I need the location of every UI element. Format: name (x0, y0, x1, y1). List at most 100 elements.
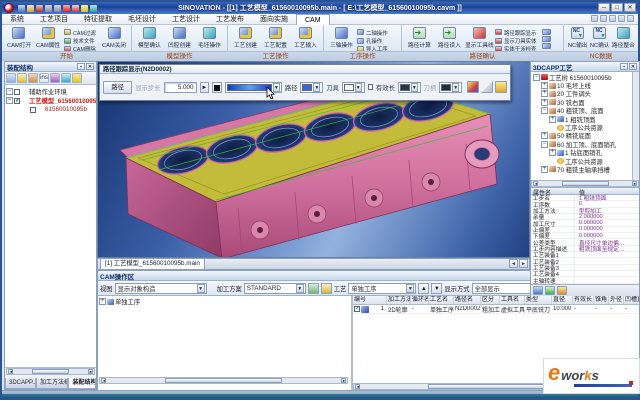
filter-icon[interactable] (17, 73, 27, 83)
column-header[interactable]: 工具名 (500, 296, 525, 304)
column-header[interactable]: 直径 (552, 296, 573, 304)
add-plan-icon[interactable] (308, 283, 319, 294)
cam-open-button[interactable]: CAM打开 (4, 26, 34, 52)
help-icon[interactable] (591, 15, 598, 22)
process-dropdown[interactable]: 单独工序▼ (348, 283, 416, 294)
menu-item[interactable]: 工艺发布 (208, 14, 252, 25)
tree-toggle-icon[interactable]: + (541, 99, 548, 106)
tree-toggle-icon[interactable]: − (6, 97, 13, 104)
tree-checkbox[interactable] (14, 89, 20, 95)
tree-toggle-icon[interactable]: + (541, 166, 548, 173)
chevron-down-icon[interactable]: ▼ (355, 83, 362, 92)
show-toolline-button[interactable]: 显示工具线 (464, 26, 494, 52)
props-value-header[interactable]: 值 (577, 188, 585, 194)
tree-toggle-icon[interactable]: − (533, 74, 540, 81)
column-header[interactable]: 锥角 (594, 296, 609, 304)
path-calc-button[interactable]: 路径计算 (404, 26, 434, 52)
save-tree-icon[interactable] (6, 73, 16, 83)
tab-assembly-structure[interactable]: 装配结构 (68, 378, 96, 389)
pin-panel-icon[interactable]: ▪ (620, 63, 628, 70)
tree-checkbox[interactable] (30, 107, 36, 113)
cam-list-hscrollbar[interactable]: ◄► (99, 377, 348, 384)
viewport-tab[interactable]: [1] 工艺模型_61560010095b.main (100, 258, 205, 269)
path-trace-display-button[interactable]: 路径跟踪显示 (495, 28, 540, 36)
process-tree-vscrollbar[interactable] (632, 72, 639, 180)
edit-plan-icon[interactable] (321, 283, 332, 294)
column-header[interactable]: 区分 (481, 296, 500, 304)
path-button[interactable]: 路径 (103, 81, 132, 94)
menu-item[interactable]: 工艺项目 (32, 14, 76, 25)
column-header[interactable]: 加工方法 (387, 296, 411, 304)
path-merge-button[interactable]: 路径整合 (611, 26, 636, 52)
path-color-dropdown[interactable]: ▼ (300, 82, 323, 93)
new-doc-icon[interactable] (18, 5, 25, 12)
tree-toggle-icon[interactable]: + (549, 116, 556, 123)
tree-toggle-icon[interactable]: − (541, 141, 548, 148)
column-header[interactable]: 凹槽直径 (624, 296, 639, 304)
pocket-create-button[interactable]: 凹腔创建 (164, 26, 194, 52)
chevron-down-icon[interactable]: ▼ (313, 83, 320, 92)
tree-toggle-icon[interactable]: + (549, 149, 556, 156)
tab-scroll-left-icon[interactable]: ◄ (509, 259, 518, 268)
chevron-down-icon[interactable]: ▼ (406, 284, 414, 293)
close-button[interactable]: ✕ (624, 3, 636, 12)
tree-item[interactable]: − 工艺模型_61560010095b (5, 96, 96, 105)
model-confirm-button[interactable]: 模型确认 (134, 26, 164, 52)
holder-color-dropdown[interactable]: ▼ (439, 82, 462, 93)
process-input-button[interactable]: 工艺输入 (290, 26, 320, 52)
minimize-ribbon-icon[interactable] (618, 15, 625, 22)
highlight-icon[interactable] (81, 5, 88, 12)
process-list-root[interactable]: + 单独工序 (98, 297, 351, 306)
raise-dialog-icon[interactable] (495, 81, 507, 93)
menu-item[interactable]: 系统 (2, 14, 32, 25)
column-header[interactable]: 外径 (609, 296, 624, 304)
pin-panel-icon[interactable]: ▪ (77, 63, 85, 70)
grid-view-icon[interactable] (533, 286, 543, 295)
tree-item[interactable]: 61560010095b (5, 105, 96, 114)
process-config-button[interactable]: 工艺配置 (260, 26, 290, 52)
table-row[interactable]: 12D轮廓-单独工序N2D0002粗加工虚拟工具平底铣刀10.000------… (353, 305, 639, 314)
tree-toggle-icon[interactable]: + (541, 132, 548, 139)
path-tool-icon-2[interactable] (542, 36, 551, 42)
nc-output-button[interactable]: NC输出 (566, 26, 589, 52)
redo-icon[interactable] (54, 5, 61, 12)
column-header[interactable]: 工艺名 (429, 296, 454, 304)
undo-icon[interactable] (45, 5, 52, 12)
info-icon[interactable] (609, 15, 616, 22)
column-header[interactable]: 有效长 (573, 296, 594, 304)
pen-icon[interactable] (50, 73, 60, 83)
tree-toggle-icon[interactable]: + (541, 82, 548, 89)
ins-button[interactable]: ins (39, 73, 49, 83)
left-tree-hscrollbar[interactable]: ◄► (6, 368, 95, 375)
two-axis-button[interactable]: 二轴操作 (357, 28, 390, 36)
sort-icon[interactable] (28, 73, 38, 83)
close-panel-icon[interactable]: ✕ (629, 63, 637, 70)
three-axis-button[interactable]: 三轴操作 (326, 26, 356, 52)
close-panel-icon[interactable]: ✕ (86, 63, 94, 70)
simulate-icon[interactable] (467, 81, 479, 93)
pen-mode-icon[interactable] (600, 15, 607, 22)
column-header[interactable]: 路径名 (454, 296, 481, 304)
path-read-button[interactable]: 路径读入 (434, 26, 464, 52)
palette-icon[interactable] (72, 73, 82, 83)
move-up-icon[interactable]: ▲ (418, 283, 429, 294)
eraser-icon[interactable] (61, 73, 71, 83)
save-icon[interactable] (36, 5, 43, 12)
export-icon[interactable] (545, 286, 555, 295)
effective-color-dropdown[interactable]: ▼ (398, 82, 421, 93)
process-tree-hscrollbar[interactable]: ◄► (531, 180, 639, 187)
pin-icon[interactable] (627, 15, 634, 22)
chevron-down-icon[interactable]: ▼ (296, 284, 304, 293)
tab-3dcapp[interactable]: 3DCAPP... (5, 378, 36, 389)
path-trace-dialog[interactable]: 路径跟踪显示(N2D0002) 路径 显示步长 5.000 ► ▼ 路径 ▼ 刀… (99, 64, 511, 101)
menu-item[interactable]: 面向实施 (252, 14, 296, 25)
menu-item[interactable]: 特征提取 (76, 14, 120, 25)
close-doc-icon[interactable] (72, 5, 79, 12)
chevron-down-icon[interactable]: ▼ (452, 83, 459, 92)
measure-icon[interactable] (90, 5, 97, 12)
menu-item[interactable]: CAM (296, 14, 330, 25)
cam-close-button[interactable]: CAM关闭 (99, 26, 129, 52)
tool-color-dropdown[interactable]: ▼ (342, 82, 365, 93)
row-checkbox[interactable] (354, 306, 360, 312)
nc-confirm-button[interactable]: NC确认 (589, 26, 612, 52)
